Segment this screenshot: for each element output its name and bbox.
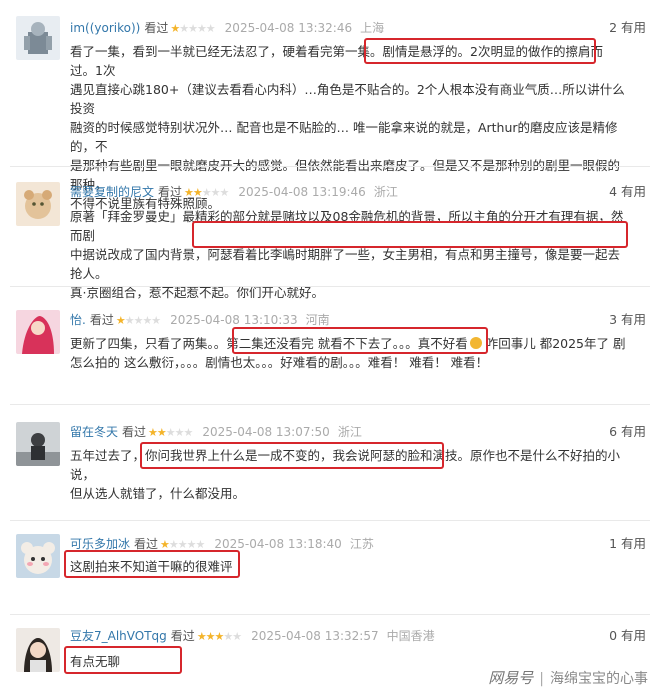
- rating-stars: ★★★★★: [184, 186, 229, 199]
- review-location: 上海: [360, 21, 385, 35]
- avatar[interactable]: [16, 534, 60, 578]
- highlight-box: [140, 442, 444, 469]
- review-date: 2025-04-08 13:19:46: [238, 185, 366, 199]
- review-date: 2025-04-08 13:18:40: [214, 537, 342, 551]
- watched-label: 看过: [134, 537, 159, 551]
- username-link[interactable]: 可乐多加冰: [70, 537, 130, 551]
- watched-label: 看过: [158, 185, 183, 199]
- review-location: 浙江: [337, 425, 362, 439]
- watched-label: 看过: [89, 313, 114, 327]
- username-link[interactable]: 留在冬天: [70, 425, 118, 439]
- highlight-box: [192, 221, 628, 248]
- review-date: 2025-04-08 13:32:57: [251, 629, 379, 643]
- username-link[interactable]: im((yoriko)): [70, 21, 140, 35]
- review-date: 2025-04-08 13:10:33: [170, 313, 298, 327]
- avatar[interactable]: [16, 310, 60, 354]
- review-item: 怡. 看过 ★★★★★ 2025-04-08 13:10:33 河南 3 有用 更新了四…: [0, 286, 660, 404]
- highlight-box: [64, 646, 182, 674]
- rating-stars: ★★★★★: [115, 314, 161, 327]
- rating-stars: ★★★★★: [170, 22, 215, 35]
- highlight-box: [364, 38, 596, 64]
- review-location: 浙江: [373, 185, 398, 199]
- avatar[interactable]: [16, 16, 60, 60]
- highlight-box: [64, 550, 240, 578]
- highlight-box: [232, 327, 488, 354]
- username-link[interactable]: 怡.: [70, 313, 86, 327]
- useful-button[interactable]: 4 有用: [609, 182, 646, 202]
- watched-label: 看过: [144, 21, 169, 35]
- username-link[interactable]: 豆友7_AlhVOTqg: [70, 629, 167, 643]
- review-location: 河南: [305, 313, 330, 327]
- watched-label: 看过: [122, 425, 147, 439]
- review-item: 需要复制的尼文 看过 ★★★★★ 2025-04-08 13:19:46 浙江 4 有用…: [0, 166, 660, 300]
- watermark: 网易号 | 海绵宝宝的心事: [488, 669, 648, 687]
- avatar[interactable]: [16, 628, 60, 672]
- useful-button[interactable]: 6 有用: [609, 422, 646, 442]
- rating-stars: ★★★★★: [196, 630, 242, 643]
- review-date: 2025-04-08 13:07:50: [202, 425, 330, 439]
- avatar[interactable]: [16, 422, 60, 466]
- avatar[interactable]: [16, 182, 60, 226]
- rating-stars: ★★★★★: [148, 426, 193, 439]
- watermark-brand: 网易号: [488, 669, 534, 687]
- useful-button[interactable]: 0 有用: [609, 626, 646, 646]
- review-location: 江苏: [349, 537, 374, 551]
- useful-button[interactable]: 3 有用: [609, 310, 646, 330]
- review-item: im((yoriko)) 看过 ★★★★★ 2025-04-08 13:32:46 上海…: [0, 0, 660, 211]
- review-location: 中国香港: [386, 629, 435, 643]
- watermark-account: 海绵宝宝的心事: [550, 671, 648, 687]
- review-date: 2025-04-08 13:32:46: [224, 21, 353, 35]
- useful-button[interactable]: 1 有用: [609, 534, 646, 554]
- review-item: 可乐多加冰 看过 ★★★★★ 2025-04-08 13:18:40 江苏 1 有用 这…: [0, 520, 660, 618]
- username-link[interactable]: 需要复制的尼文: [70, 185, 154, 199]
- review-item: 留在冬天 看过 ★★★★★ 2025-04-08 13:07:50 浙江 6 有用 五年…: [0, 404, 660, 520]
- useful-button[interactable]: 2 有用: [609, 18, 646, 38]
- watched-label: 看过: [170, 629, 195, 643]
